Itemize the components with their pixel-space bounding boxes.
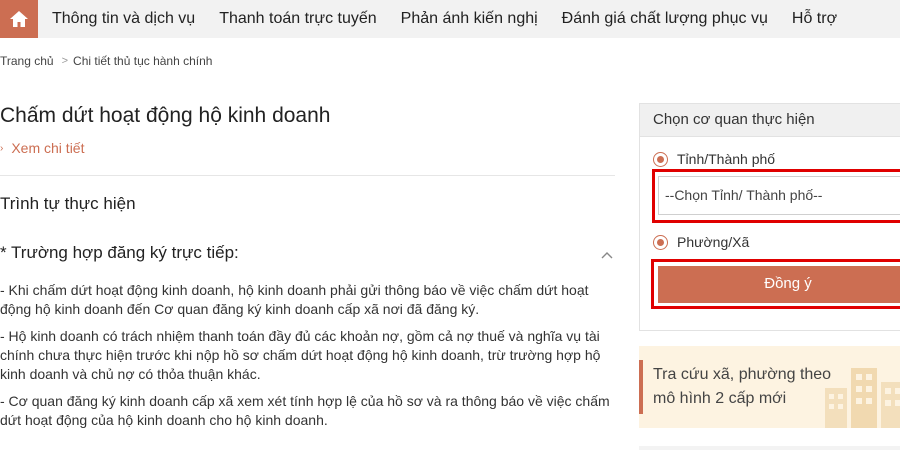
buildings-icon bbox=[825, 368, 900, 428]
chevron-right-icon: › bbox=[0, 142, 4, 154]
nav-item-support[interactable]: Hỗ trợ bbox=[792, 10, 837, 28]
nav-item-info-services[interactable]: Thông tin và dịch vụ bbox=[52, 10, 195, 28]
home-icon bbox=[10, 11, 28, 27]
divider bbox=[639, 446, 900, 450]
view-details-label: Xem chi tiết bbox=[11, 140, 85, 156]
panel-header: Chọn cơ quan thực hiện bbox=[640, 104, 900, 137]
radio-button-icon bbox=[653, 234, 668, 250]
province-select[interactable]: --Chọn Tỉnh/ Thành phố-- bbox=[658, 176, 900, 215]
breadcrumb-home[interactable]: Trang chủ bbox=[0, 54, 54, 68]
case-title: * Trường hợp đăng ký trực tiếp: bbox=[0, 243, 239, 262]
breadcrumb-current: Chi tiết thủ tục hành chính bbox=[73, 54, 213, 68]
select-highlight-box: --Chọn Tỉnh/ Thành phố-- bbox=[652, 169, 900, 223]
home-button[interactable] bbox=[0, 0, 38, 38]
chevron-up-icon[interactable] bbox=[599, 249, 615, 261]
view-details-link[interactable]: › Xem chi tiết bbox=[0, 140, 84, 156]
radio-ward[interactable]: Phường/Xã bbox=[653, 234, 749, 250]
agree-button[interactable]: Đồng ý bbox=[658, 266, 900, 303]
section-title: Trình tự thực hiện bbox=[0, 194, 136, 213]
banner-accent-bar bbox=[639, 360, 643, 414]
top-navigation: Thông tin và dịch vụ Thanh toán trực tuy… bbox=[0, 0, 900, 38]
radio-button-icon bbox=[653, 151, 668, 167]
breadcrumb-separator-icon: > bbox=[61, 55, 69, 67]
nav-item-feedback[interactable]: Phản ánh kiến nghị bbox=[401, 10, 538, 28]
breadcrumb: Trang chủ > Chi tiết thủ tục hành chính bbox=[0, 54, 212, 68]
page-title: Chấm dứt hoạt động hộ kinh doanh bbox=[0, 104, 331, 127]
procedure-paragraph: - Cơ quan đăng ký kinh doanh cấp xã xem … bbox=[0, 393, 610, 428]
ward-lookup-banner[interactable]: Tra cứu xã, phường theo mô hình 2 cấp mớ… bbox=[639, 346, 900, 428]
radio-ward-label: Phường/Xã bbox=[677, 234, 750, 250]
procedure-paragraph: - Hộ kinh doanh có trách nhiệm thanh toá… bbox=[0, 328, 601, 382]
nav-item-online-payment[interactable]: Thanh toán trực tuyến bbox=[219, 10, 376, 28]
radio-province[interactable]: Tỉnh/Thành phố bbox=[653, 151, 775, 167]
nav-item-service-quality[interactable]: Đánh giá chất lượng phục vụ bbox=[562, 10, 768, 28]
divider bbox=[0, 175, 615, 176]
button-highlight-box: Đồng ý bbox=[651, 259, 900, 309]
procedure-paragraph: - Khi chấm dứt hoạt động kinh doanh, hộ … bbox=[0, 282, 589, 317]
radio-province-label: Tỉnh/Thành phố bbox=[677, 151, 776, 167]
